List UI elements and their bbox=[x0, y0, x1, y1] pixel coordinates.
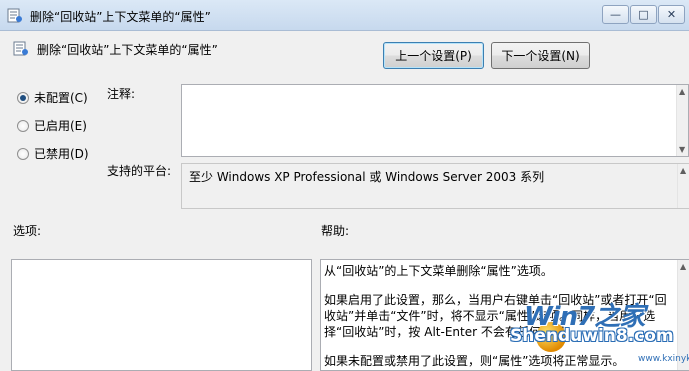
comment-scrollbar[interactable]: ▲ ▼ bbox=[676, 85, 688, 156]
platform-value: 至少 Windows XP Professional 或 Windows Ser… bbox=[189, 170, 545, 184]
radio-button-checked[interactable] bbox=[17, 91, 29, 104]
help-paragraph: 从“回收站”的上下文菜单删除“属性”选项。 bbox=[324, 264, 553, 278]
radio-label: 未配置(C) bbox=[34, 91, 88, 105]
help-paragraph: 如果启用了此设置，那么，当用户右键单击“回收站”或者打开“回收站”并单击“文件”… bbox=[324, 293, 667, 339]
close-button[interactable]: ✕ bbox=[658, 5, 685, 24]
comment-textarea[interactable]: ▲ ▼ bbox=[181, 84, 689, 157]
minimize-icon: — bbox=[610, 8, 621, 21]
options-section-label: 选项: bbox=[13, 224, 42, 238]
minimize-button[interactable]: — bbox=[602, 5, 629, 24]
help-scrollbar[interactable]: ▲ bbox=[677, 260, 689, 370]
setting-title: 删除“回收站”上下文菜单的“属性” bbox=[37, 43, 218, 57]
scroll-up-icon[interactable]: ▲ bbox=[679, 87, 685, 96]
close-icon: ✕ bbox=[666, 8, 677, 21]
scroll-up-icon[interactable]: ▲ bbox=[680, 166, 686, 175]
radio-enabled[interactable]: 已启用(E) bbox=[17, 117, 87, 134]
title-bar[interactable]: 删除“回收站”上下文菜单的“属性” — □ ✕ bbox=[0, 0, 689, 31]
platform-scrollbar[interactable]: ▲ bbox=[677, 164, 689, 208]
scroll-up-icon[interactable]: ▲ bbox=[680, 262, 686, 271]
previous-setting-button[interactable]: 上一个设置(P) bbox=[383, 42, 484, 69]
scroll-down-icon[interactable]: ▼ bbox=[679, 145, 685, 154]
maximize-button[interactable]: □ bbox=[630, 5, 657, 24]
radio-label: 已启用(E) bbox=[34, 119, 87, 133]
help-section-label: 帮助: bbox=[321, 224, 350, 238]
policy-icon bbox=[13, 41, 28, 56]
radio-disabled[interactable]: 已禁用(D) bbox=[17, 145, 89, 162]
help-pane[interactable]: 从“回收站”的上下文菜单删除“属性”选项。 如果启用了此设置，那么，当用户右键单… bbox=[320, 259, 689, 371]
radio-button[interactable] bbox=[17, 119, 29, 132]
platform-box: 至少 Windows XP Professional 或 Windows Ser… bbox=[181, 163, 689, 209]
radio-button[interactable] bbox=[17, 147, 29, 160]
help-text: 从“回收站”的上下文菜单删除“属性”选项。 如果启用了此设置，那么，当用户右键单… bbox=[324, 263, 676, 370]
help-paragraph: 如果未配置或禁用了此设置，则“属性”选项将正常显示。 bbox=[324, 354, 625, 368]
radio-label: 已禁用(D) bbox=[34, 147, 89, 161]
window-controls: — □ ✕ bbox=[601, 5, 685, 24]
comment-label: 注释: bbox=[107, 87, 136, 101]
maximize-icon: □ bbox=[638, 8, 649, 21]
policy-icon bbox=[7, 8, 22, 23]
options-pane bbox=[11, 259, 312, 371]
next-setting-button[interactable]: 下一个设置(N) bbox=[491, 42, 590, 69]
platform-label: 支持的平台: bbox=[107, 164, 172, 178]
radio-not-configured[interactable]: 未配置(C) bbox=[17, 89, 88, 106]
window-title: 删除“回收站”上下文菜单的“属性” bbox=[30, 10, 211, 24]
